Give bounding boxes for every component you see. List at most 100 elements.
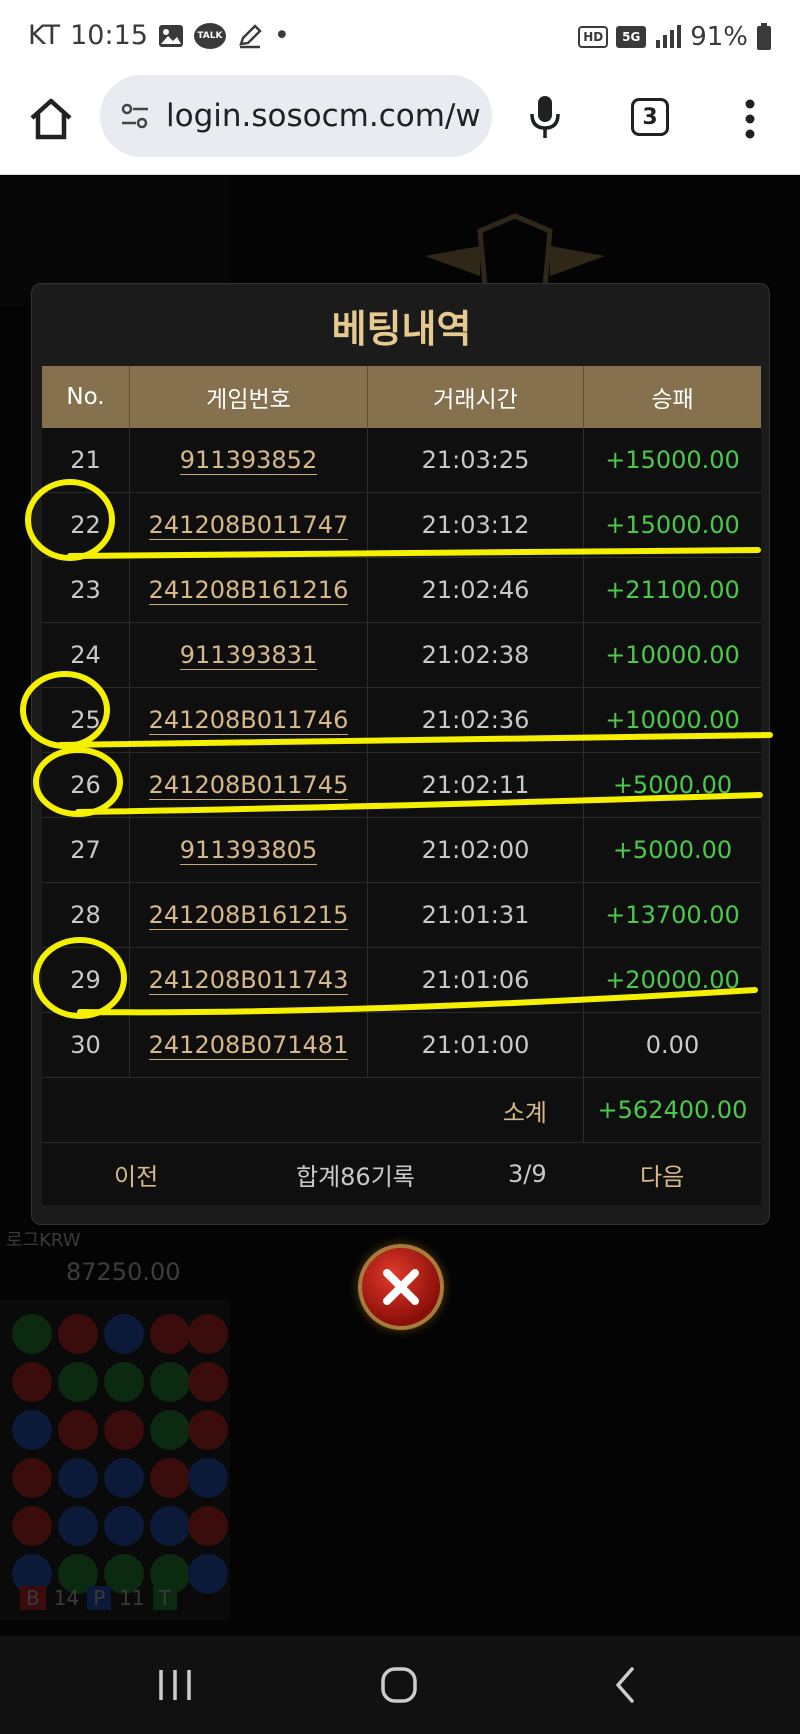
- road-dot: [150, 1314, 190, 1354]
- row-result: 0.00: [645, 1031, 700, 1059]
- table-row: 30 241208B071481 21:01:00 0.00: [42, 1013, 761, 1078]
- game-number-link[interactable]: 911393805: [179, 836, 318, 865]
- pagination: 이전 합계86기록 3/9 다음: [42, 1143, 761, 1205]
- prev-page-button[interactable]: 이전: [114, 1143, 158, 1205]
- row-no: 23: [42, 558, 130, 622]
- row-result: +15000.00: [605, 446, 740, 474]
- tab-switcher-button[interactable]: 3: [631, 98, 669, 136]
- table-row: 24 911393831 21:02:38 +10000.00: [42, 623, 761, 688]
- road-dot: [104, 1506, 144, 1546]
- row-result: +20000.00: [605, 966, 740, 994]
- tab-count: 3: [642, 104, 658, 130]
- address-bar[interactable]: login.sosocm.com/w: [100, 75, 492, 157]
- status-bar: KT 10:15 TALK • HD 5G 91%: [0, 0, 800, 72]
- site-settings-icon[interactable]: [118, 99, 152, 133]
- clock: 10:15: [70, 20, 148, 51]
- row-game-cell: 241208B011745: [130, 753, 368, 817]
- road-dot: [12, 1314, 52, 1354]
- betting-history-table: No. 게임번호 거래시간 승패 21 911393852 21:03:25 +150…: [42, 366, 761, 1205]
- game-number-link[interactable]: 241208B011746: [148, 706, 349, 735]
- game-number-link[interactable]: 241208B071481: [148, 1031, 349, 1060]
- notification-dot: •: [273, 20, 290, 51]
- table-row: 27 911393805 21:02:00 +5000.00: [42, 818, 761, 883]
- subtotal-label: 소계: [42, 1078, 584, 1142]
- road-dot: [150, 1410, 190, 1450]
- more-menu-icon[interactable]: [740, 94, 760, 144]
- home-nav-icon[interactable]: [378, 1664, 420, 1706]
- road-dot: [188, 1410, 228, 1450]
- row-time: 21:02:38: [368, 623, 584, 687]
- 5g-icon: 5G: [616, 26, 647, 48]
- close-button[interactable]: [358, 1244, 444, 1330]
- row-result: +10000.00: [605, 641, 740, 669]
- game-number-link[interactable]: 911393852: [179, 446, 318, 475]
- table-header: No. 게임번호 거래시간 승패: [42, 366, 761, 428]
- row-time: 21:01:00: [368, 1013, 584, 1077]
- home-icon[interactable]: [26, 94, 76, 144]
- betting-history-modal: 베팅내역 No. 게임번호 거래시간 승패 21 911393852 21:03:2…: [31, 283, 770, 1225]
- row-time: 21:01:31: [368, 883, 584, 947]
- road-p-label: P: [87, 1586, 112, 1610]
- road-p-count: 11: [119, 1586, 145, 1610]
- browser-toolbar: login.sosocm.com/w 3: [0, 72, 800, 175]
- road-dot: [58, 1314, 98, 1354]
- bg-balance: 87250.00: [66, 1258, 181, 1286]
- url-text: login.sosocm.com/w: [166, 98, 481, 134]
- header-result: 승패: [651, 387, 694, 413]
- row-time: 21:01:06: [368, 948, 584, 1012]
- road-dot: [188, 1458, 228, 1498]
- road-dot: [188, 1362, 228, 1402]
- next-page-button[interactable]: 다음: [640, 1143, 684, 1205]
- road-dot: [188, 1554, 228, 1594]
- modal-title: 베팅내역: [331, 307, 472, 351]
- row-game-cell: 911393805: [130, 818, 368, 882]
- game-number-link[interactable]: 241208B011747: [148, 511, 349, 540]
- table-row: 28 241208B161215 21:01:31 +13700.00: [42, 883, 761, 948]
- road-dot: [188, 1314, 228, 1354]
- road-b-count: 14: [53, 1586, 80, 1610]
- header-no: No.: [42, 366, 130, 428]
- row-game-cell: 911393831: [130, 623, 368, 687]
- recent-apps-icon[interactable]: [155, 1664, 195, 1706]
- row-no: 30: [42, 1013, 130, 1077]
- android-nav-bar: [0, 1636, 800, 1734]
- road-dot: [104, 1458, 144, 1498]
- row-result: +5000.00: [612, 771, 733, 799]
- screen: KT 10:15 TALK • HD 5G 91% login.sosocm.c…: [0, 0, 800, 1734]
- game-number-link[interactable]: 241208B011743: [148, 966, 349, 995]
- bg-currency-label: 로그KRW: [6, 1230, 81, 1251]
- microphone-icon[interactable]: [525, 92, 565, 142]
- back-nav-icon[interactable]: [610, 1664, 640, 1706]
- table-row: 23 241208B161216 21:02:46 +21100.00: [42, 558, 761, 623]
- row-game-cell: 241208B161216: [130, 558, 368, 622]
- page-indicator: 3/9: [508, 1160, 547, 1188]
- row-game-cell: 241208B161215: [130, 883, 368, 947]
- row-game-cell: 241208B011746: [130, 688, 368, 752]
- road-dot: [150, 1458, 190, 1498]
- road-dot: [104, 1362, 144, 1402]
- road-dot: [58, 1458, 98, 1498]
- road-dot: [150, 1506, 190, 1546]
- game-number-link[interactable]: 241208B161216: [148, 576, 349, 605]
- game-number-link[interactable]: 241208B011745: [148, 771, 349, 800]
- road-footer: B 14 P 11 T: [20, 1586, 177, 1610]
- table-body: 21 911393852 21:03:25 +15000.00 22 241208B011…: [42, 428, 761, 1078]
- game-number-link[interactable]: 911393831: [179, 641, 318, 670]
- signal-icon: [656, 25, 682, 48]
- row-result: +21100.00: [605, 576, 740, 604]
- table-row: 22 241208B011747 21:03:12 +15000.00: [42, 493, 761, 558]
- row-no: 21: [42, 428, 130, 492]
- row-no: 22: [42, 493, 130, 557]
- row-game-cell: 241208B011747: [130, 493, 368, 557]
- road-dot: [104, 1410, 144, 1450]
- row-no: 24: [42, 623, 130, 687]
- road-dot: [58, 1410, 98, 1450]
- close-icon: [383, 1269, 419, 1305]
- road-dot: [12, 1410, 52, 1450]
- game-number-link[interactable]: 241208B161215: [148, 901, 349, 930]
- row-no: 29: [42, 948, 130, 1012]
- road-dot: [12, 1458, 52, 1498]
- hd-voice-icon: HD: [578, 26, 609, 48]
- road-b-label: B: [20, 1586, 46, 1610]
- header-transaction-time: 거래시간: [368, 366, 584, 428]
